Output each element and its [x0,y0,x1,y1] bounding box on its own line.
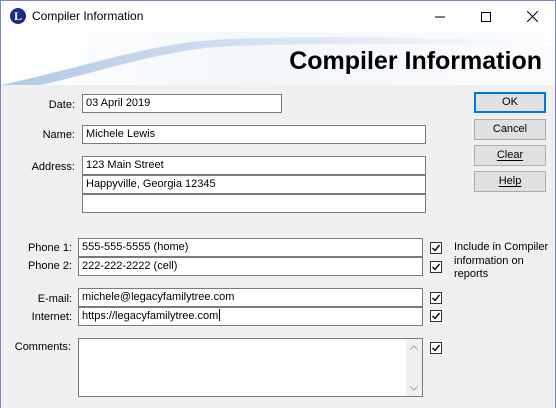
date-field[interactable]: 03 April 2019 [82,94,282,113]
phone1-include-checkbox[interactable] [430,242,442,254]
comments-label: Comments: [14,341,71,353]
internet-label: Internet: [31,311,72,323]
cancel-button[interactable]: Cancel [474,119,546,140]
email-include-checkbox[interactable] [430,292,442,304]
checkmark-icon [432,312,441,320]
close-button[interactable] [509,1,555,32]
comments-text [79,339,422,345]
address-line-1-field[interactable]: 123 Main Street [82,156,426,175]
close-icon [526,11,538,22]
minimize-button[interactable] [417,1,463,32]
include-in-reports-note: Include in Compiler information on repor… [454,241,549,280]
phone2-field[interactable]: 222-222-2222 (cell) [78,257,423,276]
comments-include-checkbox[interactable] [430,342,442,354]
name-label: Name: [42,129,75,141]
header-banner: Compiler Information [1,32,555,85]
phone1-label: Phone 1: [27,242,72,254]
maximize-icon [481,11,491,22]
maximize-button[interactable] [463,1,509,32]
comments-scrollbar[interactable] [406,339,422,396]
email-label: E-mail: [37,293,72,305]
chevron-up-icon [410,344,418,350]
phone2-include-checkbox[interactable] [430,261,442,273]
name-field[interactable]: Michele Lewis [82,125,426,144]
window-title: Compiler Information [32,9,144,23]
internet-field[interactable]: https://legacyfamilytree.com [78,307,423,326]
form-area: Date: 03 April 2019 Name: Michele Lewis … [1,85,555,408]
internet-field-text: https://legacyfamilytree.com [82,310,219,322]
date-label: Date: [48,99,75,111]
compiler-information-dialog: L Compiler Information Compiler Informat… [0,0,556,408]
help-button[interactable]: Help [474,171,546,192]
legacy-app-icon: L [10,8,26,24]
text-cursor [219,309,221,321]
checkmark-icon [432,294,441,302]
checkmark-icon [432,244,441,252]
address-line-3-field[interactable] [82,194,426,213]
checkmark-icon [432,263,441,271]
banner-title: Compiler Information [289,47,542,75]
phone1-field[interactable]: 555-555-5555 (home) [78,238,423,257]
address-line-2-field[interactable]: Happyville, Georgia 12345 [82,175,426,194]
email-field[interactable]: michele@legacyfamilytree.com [78,288,423,307]
internet-include-checkbox[interactable] [430,310,442,322]
minimize-icon [435,16,445,17]
clear-button[interactable]: Clear [474,145,546,166]
ok-button[interactable]: OK [474,92,546,113]
scroll-down-button[interactable] [406,380,422,396]
phone2-label: Phone 2: [27,260,72,272]
chevron-down-icon [410,385,418,391]
checkmark-icon [432,344,441,352]
scroll-up-button[interactable] [406,339,422,355]
comments-textarea[interactable] [78,338,423,397]
title-bar[interactable]: L Compiler Information [1,1,555,32]
address-label: Address: [31,161,75,173]
